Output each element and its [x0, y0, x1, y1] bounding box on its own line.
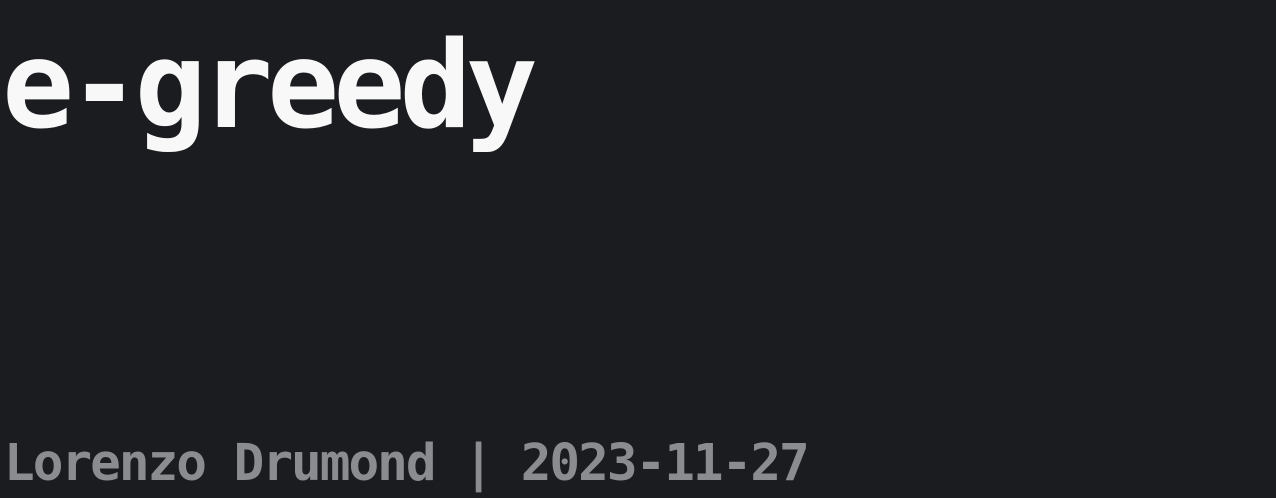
post-header: e-greedy Lorenzo Drumond | 2023-11-27 [0, 0, 1276, 498]
post-meta: Lorenzo Drumond | 2023-11-27 [4, 434, 810, 494]
post-author: Lorenzo Drumond [4, 434, 437, 493]
post-date: 2023-11-27 [520, 434, 810, 493]
meta-separator: | [434, 434, 521, 493]
post-title: e-greedy [2, 17, 538, 156]
